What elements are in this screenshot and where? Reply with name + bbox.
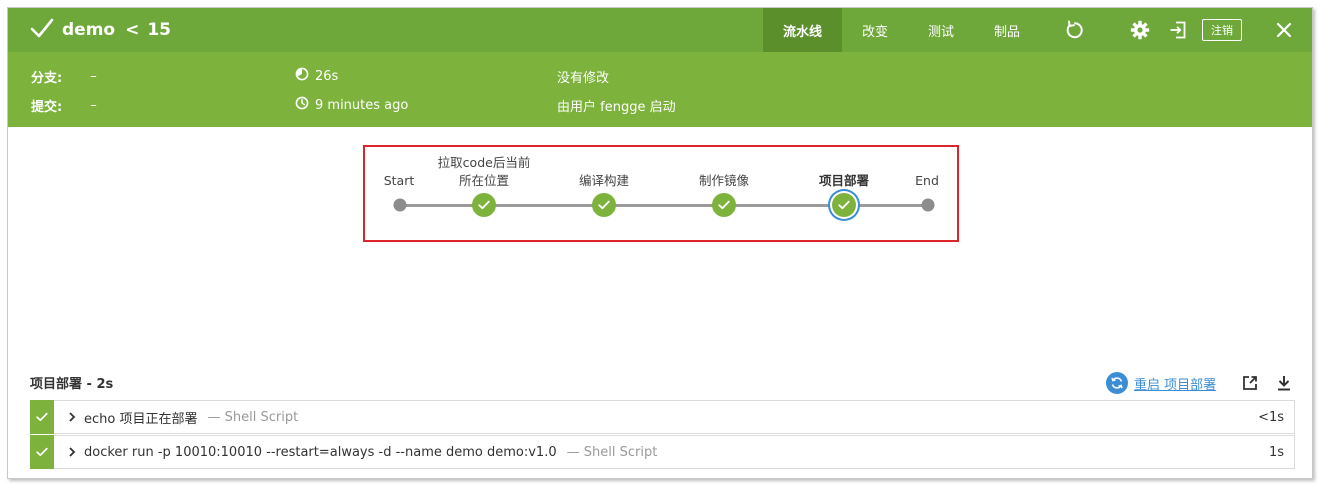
stage-node-build[interactable] [592, 193, 616, 217]
stage-node-end[interactable] [921, 198, 935, 212]
step-duration: <1s [1258, 409, 1284, 425]
run-summary: 分支: – 提交: – 26s 9 minutes ago 没有修改 由用户 f… [8, 52, 1312, 127]
open-external-icon[interactable] [1240, 373, 1260, 393]
run-header: demo < 15 流水线 改变 测试 制品 注销 [8, 8, 1312, 52]
clock-icon [295, 96, 309, 114]
pipeline-run-window: demo < 15 流水线 改变 测试 制品 注销 分支: – 提交: – 26… [7, 7, 1313, 479]
commit-info: 提交: – [31, 96, 97, 115]
stage-label-image: 制作镜像 [698, 173, 750, 188]
chevron-right-icon[interactable] [68, 412, 78, 422]
check-icon [838, 200, 850, 210]
stage-label-build: 编译构建 [578, 173, 630, 188]
check-icon [36, 412, 48, 422]
step-command: echo 项目正在部署 [84, 411, 198, 427]
restart-icon [1106, 372, 1128, 394]
download-icon[interactable] [1274, 373, 1294, 393]
check-icon [598, 200, 610, 210]
logout-button[interactable]: 注销 [1202, 19, 1242, 41]
stage-label-end: End [915, 173, 939, 188]
check-icon [478, 200, 490, 210]
gear-icon[interactable] [1129, 19, 1151, 41]
step-command: docker run -p 10010:10010 --restart=alwa… [84, 444, 557, 460]
tab-pipeline[interactable]: 流水线 [763, 8, 843, 52]
chevron-right-icon[interactable] [68, 447, 78, 457]
stage-label-start: Start [383, 173, 415, 188]
tab-tests[interactable]: 测试 [908, 8, 974, 52]
branch-label: 分支: [31, 71, 63, 86]
steps-title: 项目部署 - 2s [30, 377, 114, 392]
run-title-group: demo < 15 [30, 8, 171, 52]
changes-value: 没有修改 [557, 71, 610, 86]
stage-label-checkout-line2: 所在位置 [458, 173, 510, 188]
close-icon[interactable] [1273, 19, 1295, 41]
step-type: — Shell Script [207, 409, 299, 425]
check-icon [718, 200, 730, 210]
stage-node-deploy[interactable] [832, 193, 856, 217]
branch-value: – [90, 69, 97, 84]
started-by-value: 由用户 fengge 启动 [557, 100, 676, 115]
run-separator: < [125, 20, 140, 40]
check-icon [30, 17, 54, 43]
commit-label: 提交: [31, 100, 63, 115]
stage-node-start[interactable] [393, 198, 407, 212]
time-ago-value: 9 minutes ago [315, 97, 409, 113]
step-status-success [30, 435, 54, 469]
step-row[interactable]: docker run -p 10010:10010 --restart=alwa… [30, 435, 1295, 469]
stage-node-checkout[interactable] [472, 193, 496, 217]
commit-value: – [90, 98, 97, 113]
step-duration: 1s [1268, 444, 1284, 460]
duration-info: 26s [295, 67, 338, 85]
run-tabs: 流水线 改变 测试 制品 [763, 8, 1040, 52]
exit-icon[interactable] [1167, 19, 1189, 41]
replay-icon[interactable] [1063, 19, 1085, 41]
branch-info: 分支: – [31, 67, 97, 86]
stage-label-deploy: 项目部署 [818, 173, 870, 188]
check-icon [36, 447, 48, 457]
started-by-info: 由用户 fengge 启动 [557, 96, 676, 115]
duration-icon [295, 67, 309, 85]
run-name: demo [62, 20, 116, 40]
restart-stage-link[interactable]: 重启 项目部署 [1134, 374, 1216, 393]
time-info: 9 minutes ago [295, 96, 408, 114]
step-row[interactable]: echo 项目正在部署 — Shell Script <1s [30, 400, 1295, 434]
stage-label-checkout-line1: 拉取code后当前 [437, 155, 531, 170]
step-type: — Shell Script [566, 444, 658, 460]
tab-changes[interactable]: 改变 [842, 8, 908, 52]
run-number: 15 [147, 20, 172, 40]
duration-value: 26s [315, 68, 339, 84]
step-status-success [30, 400, 54, 434]
changes-info: 没有修改 [557, 67, 609, 86]
stage-node-image[interactable] [712, 193, 736, 217]
tab-artifacts[interactable]: 制品 [974, 8, 1040, 52]
restart-stage-button[interactable]: 重启 项目部署 [1106, 372, 1216, 394]
